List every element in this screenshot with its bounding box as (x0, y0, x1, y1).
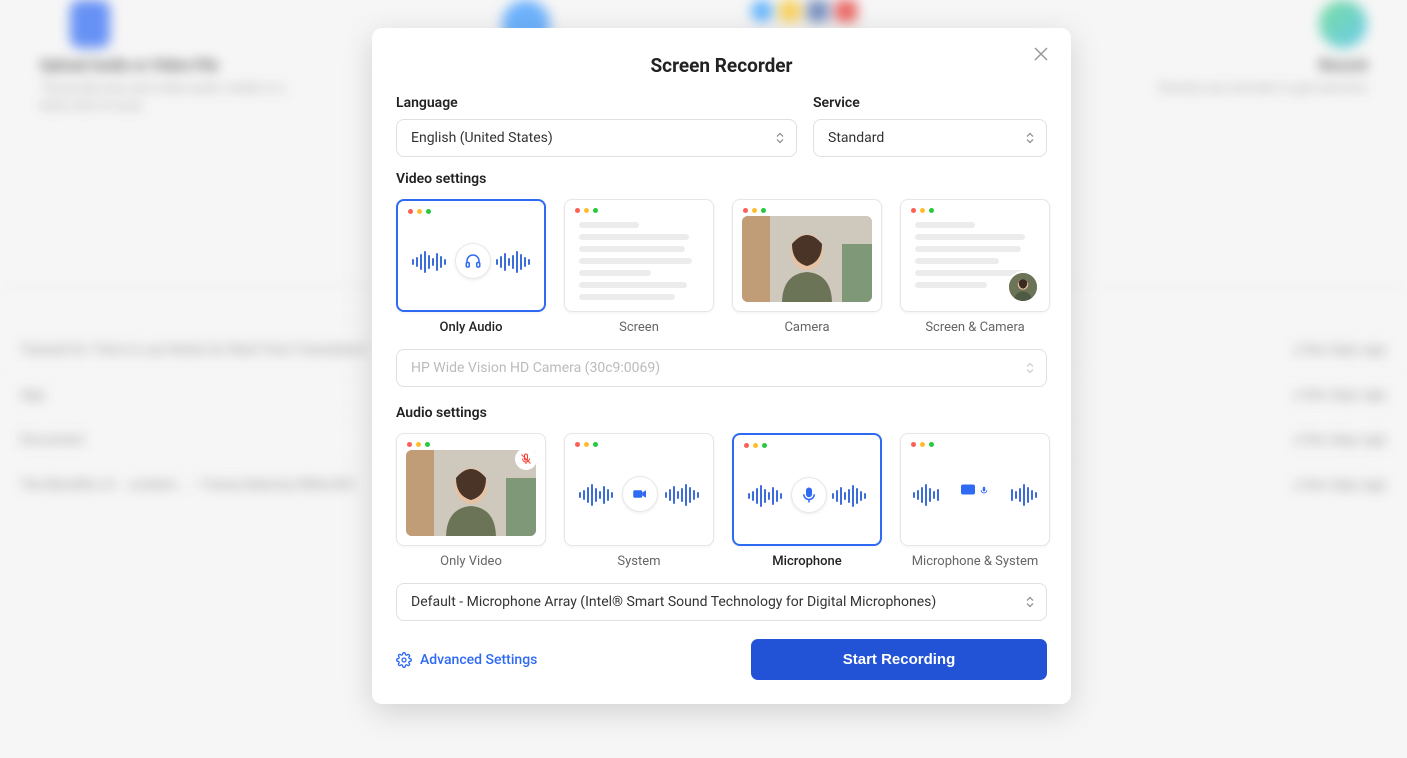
waveform-icon (913, 484, 939, 506)
waveform-icon (412, 251, 446, 273)
window-dots-icon (911, 442, 934, 447)
audio-option-microphone[interactable]: Microphone (732, 433, 882, 569)
window-dots-icon (743, 208, 766, 213)
updown-icon (776, 133, 784, 144)
advanced-settings-label: Advanced Settings (420, 652, 537, 668)
audio-settings-label: Audio settings (396, 405, 1047, 421)
advanced-settings-link[interactable]: Advanced Settings (396, 652, 537, 668)
audio-options: Only Video System (396, 433, 1047, 569)
camera-preview-icon (742, 216, 872, 302)
modal-title: Screen Recorder (396, 54, 1047, 77)
waveform-icon (665, 484, 699, 506)
mini-camera-icon (1007, 271, 1039, 303)
text-lines-icon (579, 222, 699, 300)
video-option-camera[interactable]: Camera (732, 199, 882, 335)
updown-icon (1026, 363, 1034, 374)
video-camera-icon (622, 476, 658, 512)
window-dots-icon (575, 208, 598, 213)
window-dots-icon (575, 442, 598, 447)
headphones-icon (455, 243, 491, 279)
audio-option-microphone-system[interactable]: Microphone & System (900, 433, 1050, 569)
start-recording-label: Start Recording (843, 651, 956, 668)
waveform-icon (748, 485, 782, 507)
camera-device-value: HP Wide Vision HD Camera (30c9:0069) (411, 360, 660, 376)
updown-icon (1026, 133, 1034, 144)
waveform-icon (496, 251, 530, 273)
waveform-icon (579, 484, 613, 506)
option-label: Camera (784, 320, 829, 335)
language-value: English (United States) (411, 130, 553, 146)
microphone-device-value: Default - Microphone Array (Intel® Smart… (411, 594, 936, 610)
audio-option-only-video[interactable]: Only Video (396, 433, 546, 569)
language-label: Language (396, 95, 797, 111)
option-label: Only Video (440, 554, 502, 569)
option-label: Microphone & System (912, 554, 1039, 569)
option-label: Screen & Camera (925, 320, 1024, 335)
start-recording-button[interactable]: Start Recording (751, 639, 1047, 680)
window-dots-icon (408, 209, 431, 214)
gear-icon (396, 652, 412, 668)
service-value: Standard (828, 130, 884, 146)
microphone-icon (791, 477, 827, 513)
screen-recorder-modal: Screen Recorder Language English (United… (372, 28, 1071, 704)
video-option-screen-camera[interactable]: Screen & Camera (900, 199, 1050, 335)
microphone-device-select[interactable]: Default - Microphone Array (Intel® Smart… (396, 583, 1047, 621)
close-button[interactable] (1029, 42, 1053, 66)
option-label: System (617, 554, 660, 569)
screen-mic-icon (961, 480, 989, 499)
option-label: Screen (619, 320, 659, 335)
video-option-only-audio[interactable]: Only Audio (396, 199, 546, 335)
updown-icon (1026, 597, 1034, 608)
window-dots-icon (911, 208, 934, 213)
video-options: Only Audio Screen (396, 199, 1047, 335)
option-label: Microphone (772, 554, 841, 569)
waveform-icon (832, 485, 866, 507)
window-dots-icon (407, 442, 430, 447)
camera-device-select[interactable]: HP Wide Vision HD Camera (30c9:0069) (396, 349, 1047, 387)
close-icon (1034, 47, 1048, 61)
video-settings-label: Video settings (396, 171, 1047, 187)
option-label: Only Audio (440, 320, 503, 335)
mic-off-icon (515, 448, 537, 470)
video-option-screen[interactable]: Screen (564, 199, 714, 335)
waveform-icon (1011, 484, 1037, 506)
service-select[interactable]: Standard (813, 119, 1047, 157)
window-dots-icon (744, 443, 767, 448)
audio-option-system[interactable]: System (564, 433, 714, 569)
language-select[interactable]: English (United States) (396, 119, 797, 157)
service-label: Service (813, 95, 1047, 111)
